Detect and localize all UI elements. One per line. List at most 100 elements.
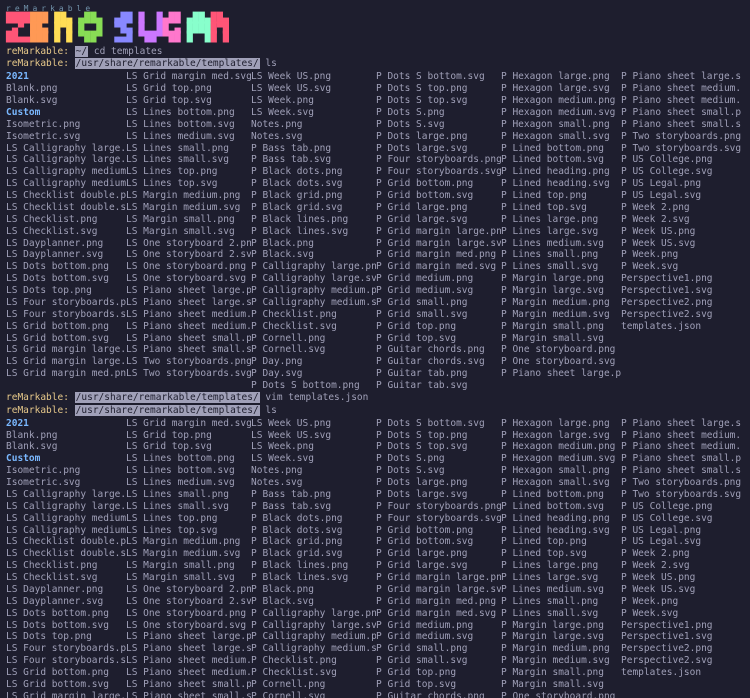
ls-entry: LS Grid top.png — [126, 83, 251, 95]
ls-entry: Isometric.png — [6, 465, 126, 477]
terminal-screen[interactable]: reMarkable ███████ ██▄ ▄██▄ ▄██ █ █▄██ ▄… — [0, 0, 750, 698]
ls-entry: P Hexagon large.png — [501, 71, 621, 83]
ls-entry: LS Checklist double.png — [6, 190, 126, 202]
ls-entry: Notes.png — [251, 465, 376, 477]
ls-entry: LS Dayplanner.svg — [6, 596, 126, 608]
ls-entry: P Lined heading.png — [501, 513, 621, 525]
ls-entry: P Piano sheet large.svg — [621, 71, 741, 83]
ls-entry: LS Grid margin med.svg — [126, 71, 251, 83]
ls-entry: P Hexagon small.png — [501, 119, 621, 131]
ls-entry: P Calligraphy medium.svg — [251, 297, 376, 309]
host: reMarkable: — [6, 392, 69, 403]
ls-output: 2021Blank.pngBlank.svgCustomIsometric.pn… — [6, 418, 744, 698]
ls-entry: P Calligraphy large.png — [251, 608, 376, 620]
ls-entry: P Lines large.png — [501, 214, 621, 226]
ls-entry: P Bass tab.svg — [251, 154, 376, 166]
ls-entry: LS Margin medium.png — [126, 536, 251, 548]
ls-entry: templates.json — [621, 667, 741, 679]
ls-entry: LS Lines top.svg — [126, 525, 251, 537]
ls-entry: P Cornell.png — [251, 679, 376, 691]
ls-entry: LS Lines small.svg — [126, 154, 251, 166]
ls-entry: LS Dots bottom.png — [6, 261, 126, 273]
ls-entry: Notes.png — [251, 119, 376, 131]
ls-entry: P Lines large.svg — [501, 226, 621, 238]
ls-entry: Custom — [6, 107, 126, 119]
ls-entry: P Black grid.png — [251, 190, 376, 202]
ls-entry: P Grid small.png — [376, 297, 501, 309]
ls-entry: P Lines small.png — [501, 596, 621, 608]
ls-entry: P Lined top.png — [501, 190, 621, 202]
ls-entry: LS Dayplanner.png — [6, 238, 126, 250]
ls-entry: LS Week.png — [251, 95, 376, 107]
ls-entry: P Week.svg — [621, 608, 741, 620]
ls-entry: LS Lines top.png — [126, 166, 251, 178]
ls-entry: LS Checklist.svg — [6, 226, 126, 238]
ls-entry: P Dots S.svg — [376, 119, 501, 131]
cmd: ls — [265, 58, 276, 69]
ls-entry: Blank.svg — [6, 95, 126, 107]
cwd: /usr/share/remarkable/templates/ — [75, 392, 260, 403]
ls-entry: P Grid margin med.png — [376, 596, 501, 608]
ls-entry: P Grid bottom.png — [376, 525, 501, 537]
ls-entry: P Four storyboards.png — [376, 154, 501, 166]
ls-entry: P Piano sheet small.png — [621, 107, 741, 119]
ls-entry: P Black dots.svg — [251, 525, 376, 537]
ls-entry: P Grid margin large.svg — [376, 238, 501, 250]
ls-entry: Blank.png — [6, 430, 126, 442]
ls-entry: P Dots large.svg — [376, 143, 501, 155]
ls-entry: P Two storyboards.svg — [621, 143, 741, 155]
ls-entry: LS Checklist double.svg — [6, 548, 126, 560]
ls-entry: P Week 2.png — [621, 548, 741, 560]
ls-entry: P Day.png — [251, 356, 376, 368]
ls-entry: LS Four storyboards.svg — [6, 655, 126, 667]
ls-entry: LS Week US.png — [251, 418, 376, 430]
ls-entry: LS Checklist double.png — [6, 536, 126, 548]
ls-entry: P Bass tab.png — [251, 489, 376, 501]
host: reMarkable: — [6, 405, 69, 416]
ls-entry: P Lined top.png — [501, 536, 621, 548]
ls-entry: Isometric.svg — [6, 477, 126, 489]
ls-entry: P Lines medium.svg — [501, 238, 621, 250]
ls-entry: LS Piano sheet small.png — [126, 333, 251, 345]
ls-entry: LS Calligraphy medium.svg — [6, 525, 126, 537]
ls-entry: P Lines large.png — [501, 560, 621, 572]
ls-entry: P US Legal.svg — [621, 190, 741, 202]
ls-entry: P Week US.png — [621, 226, 741, 238]
ls-entry: LS Grid margin med.png — [6, 368, 126, 380]
ls-entry: LS Grid bottom.png — [6, 321, 126, 333]
ls-entry: LS Dots bottom.svg — [6, 620, 126, 632]
ls-entry: P Dots S bottom.svg — [376, 71, 501, 83]
ls-entry: LS Grid margin med.svg — [126, 418, 251, 430]
ls-entry: P Hexagon small.png — [501, 465, 621, 477]
ls-entry: LS One storyboard.png — [126, 261, 251, 273]
ls-entry: Perspective2.png — [621, 643, 741, 655]
ls-entry: P Dots large.png — [376, 131, 501, 143]
ls-entry: P Guitar chords.png — [376, 691, 501, 698]
ls-entry: P US Legal.svg — [621, 536, 741, 548]
ls-entry: P Piano sheet large.png — [501, 368, 621, 380]
cwd: ~/ — [75, 46, 88, 57]
ls-entry: Perspective2.svg — [621, 655, 741, 667]
ls-entry: P Hexagon large.svg — [501, 430, 621, 442]
ls-entry: P Guitar tab.png — [376, 368, 501, 380]
ls-entry: LS Grid margin large.svg — [6, 356, 126, 368]
ls-entry: P Margin small.svg — [501, 333, 621, 345]
ls-entry: P Black.svg — [251, 596, 376, 608]
ls-entry: P Calligraphy large.svg — [251, 620, 376, 632]
ls-entry: LS Piano sheet medium.svg — [126, 321, 251, 333]
ls-entry: P Margin large.png — [501, 620, 621, 632]
ls-entry — [126, 380, 251, 392]
ls-entry: LS Dots bottom.svg — [6, 273, 126, 285]
ls-entry: LS Piano sheet large.svg — [126, 297, 251, 309]
ls-entry: P One storyboard.png — [501, 344, 621, 356]
ls-entry: LS Dots top.png — [6, 285, 126, 297]
ls-entry: P Lines medium.svg — [501, 584, 621, 596]
ls-entry: P Margin medium.png — [501, 643, 621, 655]
ls-entry: P Hexagon small.svg — [501, 131, 621, 143]
ls-entry: P Margin medium.svg — [501, 655, 621, 667]
ls-entry: templates.json — [621, 321, 741, 333]
ls-entry: P Hexagon large.svg — [501, 83, 621, 95]
ls-entry: LS One storyboard 2.png — [126, 584, 251, 596]
ls-entry: P Checklist.png — [251, 309, 376, 321]
ls-entry: LS Calligraphy medium.png — [6, 513, 126, 525]
